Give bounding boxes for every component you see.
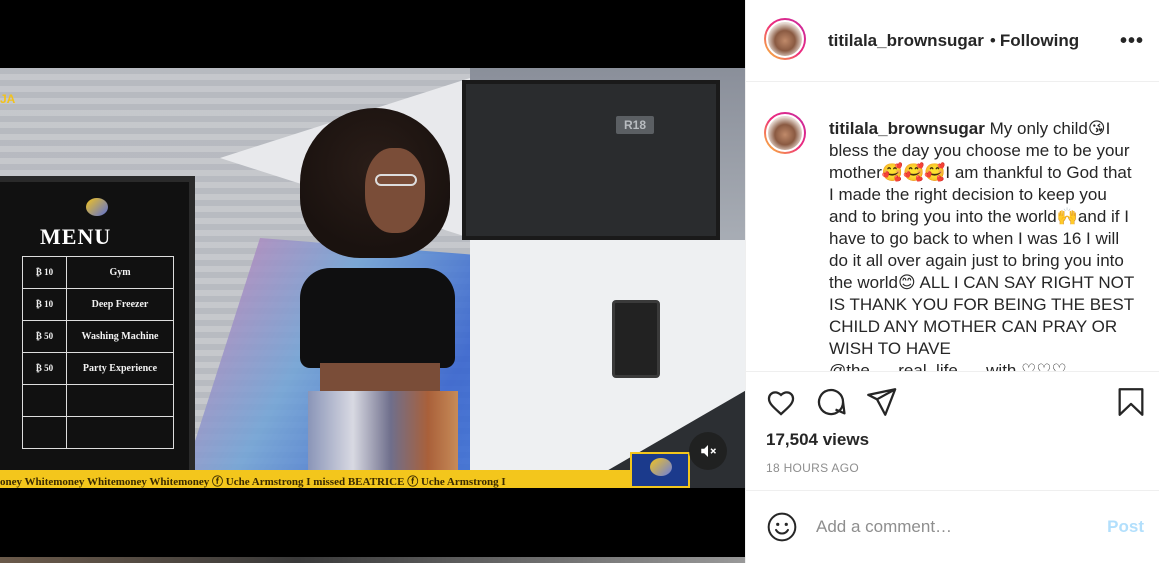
bottom-strip (0, 557, 745, 563)
post-timestamp[interactable]: 18 HOURS AGO (766, 461, 859, 475)
menu-row: ₿ 50 Washing Machine (22, 320, 174, 353)
menu-row: ₿ 10 Gym (22, 256, 174, 289)
caption-avatar[interactable] (764, 112, 806, 154)
share-button[interactable] (864, 385, 898, 419)
menu-item: Washing Machine (66, 320, 174, 353)
show-logo-text: JA (0, 92, 16, 106)
broadcast-logo (630, 452, 690, 488)
ticker-text: oney Whitemoney Whitemoney Whitemoney ⓕ … (0, 476, 506, 488)
video-frame[interactable]: R18 JA MENU ₿ 10 Gym ₿ 10 Deep Freezer ₿ 5… (0, 68, 745, 488)
following-button[interactable]: Following (1000, 31, 1079, 50)
header-user-line: titilala_brownsugar • Following (828, 31, 1079, 51)
menu-item: Party Experience (66, 352, 174, 385)
menu-table: ₿ 10 Gym ₿ 10 Deep Freezer ₿ 50 Washing Mac… (22, 256, 174, 449)
menu-price: ₿ 50 (22, 352, 67, 385)
heart-icon (767, 391, 795, 416)
menu-row-empty (22, 416, 174, 449)
speaker (612, 300, 660, 378)
post-comment-button[interactable]: Post (1107, 517, 1144, 537)
gem-icon (86, 198, 108, 216)
like-button[interactable] (764, 385, 798, 419)
caption: titilala_brownsugar My only child😘I bles… (829, 118, 1139, 372)
menu-item: Deep Freezer (66, 288, 174, 321)
news-ticker: oney Whitemoney Whitemoney Whitemoney ⓕ … (0, 470, 630, 488)
save-button[interactable] (1114, 385, 1148, 419)
emoji-button[interactable] (766, 511, 798, 543)
wall-tv: R18 (462, 80, 720, 240)
caption-area: titilala_brownsugar My only child😘I bles… (746, 82, 1159, 372)
caption-text: My only child😘I bless the day you choose… (829, 119, 1134, 372)
menu-price: ₿ 10 (22, 256, 67, 289)
smiley-icon (767, 512, 797, 542)
mute-button[interactable] (689, 432, 727, 470)
menu-board: MENU ₿ 10 Gym ₿ 10 Deep Freezer ₿ 50 Washin… (0, 176, 195, 476)
speaker-muted-icon (701, 445, 717, 457)
person-in-video (300, 108, 470, 488)
menu-item: Gym (66, 256, 174, 289)
view-count[interactable]: 17,504 views (766, 430, 869, 450)
more-options-icon[interactable]: ••• (1120, 30, 1144, 53)
menu-row: ₿ 50 Party Experience (22, 352, 174, 385)
action-bar (746, 385, 1159, 421)
menu-price: ₿ 10 (22, 288, 67, 321)
avatar[interactable] (764, 18, 806, 60)
tv-label: R18 (616, 116, 655, 134)
post-media[interactable]: R18 JA MENU ₿ 10 Gym ₿ 10 Deep Freezer ₿ 5… (0, 0, 745, 563)
username-link[interactable]: titilala_brownsugar (828, 31, 984, 50)
post-panel: titilala_brownsugar • Following ••• titila… (745, 0, 1159, 563)
menu-price: ₿ 50 (22, 320, 67, 353)
share-icon (867, 388, 897, 416)
menu-row: ₿ 10 Deep Freezer (22, 288, 174, 321)
comment-button[interactable] (814, 385, 848, 419)
comment-input[interactable] (816, 513, 1086, 541)
show-logo: JA (0, 92, 18, 132)
menu-title: MENU (40, 224, 112, 249)
bookmark-icon (1118, 388, 1144, 416)
comment-icon (817, 388, 846, 416)
comment-bar: Post (746, 490, 1159, 563)
caption-username-link[interactable]: titilala_brownsugar (829, 119, 985, 138)
post-header: titilala_brownsugar • Following ••• (746, 0, 1159, 82)
separator-dot: • (989, 31, 996, 50)
menu-row-empty (22, 384, 174, 417)
